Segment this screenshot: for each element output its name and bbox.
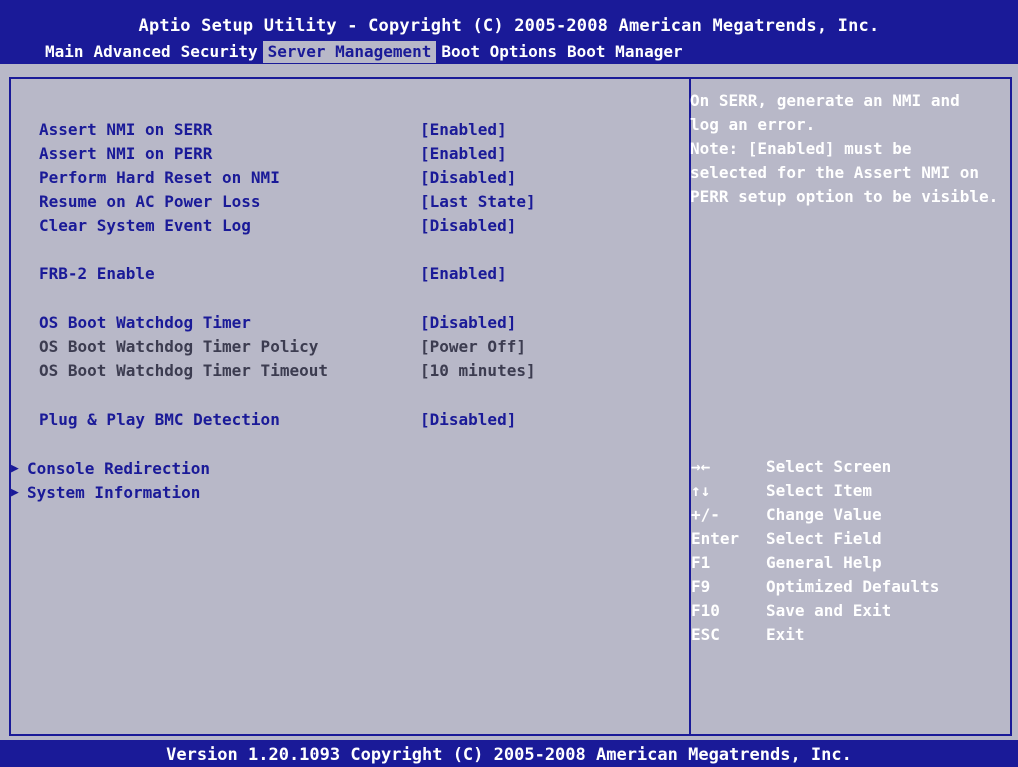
bios-screen: Aptio Setup Utility - Copyright (C) 2005… — [0, 0, 1018, 767]
setting-label: Assert NMI on PERR — [39, 144, 213, 163]
tab-advanced[interactable]: Advanced — [89, 41, 176, 63]
setting-value: [10 minutes] — [420, 361, 536, 380]
tab-main[interactable]: Main — [40, 41, 89, 63]
setting-label: Clear System Event Log — [39, 216, 251, 235]
setting-value: [Enabled] — [420, 264, 507, 283]
key-legend-item: →← Select Screen — [691, 455, 1011, 479]
arrows-up-down-icon: ↑↓ — [691, 481, 711, 500]
header-bar: Aptio Setup Utility - Copyright (C) 2005… — [0, 0, 1018, 64]
submenu-label: System Information — [27, 483, 201, 502]
setting-value: [Enabled] — [420, 120, 507, 139]
setting-label: Perform Hard Reset on NMI — [39, 168, 280, 187]
submenu-arrow-icon: ▶ — [11, 485, 19, 500]
key-name: F9 — [691, 577, 711, 596]
tab-server-management[interactable]: Server Management — [262, 41, 437, 63]
key-description: Save and Exit — [766, 601, 892, 620]
help-text-line: On SERR, generate an NMI and — [690, 91, 960, 110]
key-legend-item: ESC Exit — [691, 623, 1011, 647]
help-text-line: selected for the Assert NMI on — [690, 163, 979, 182]
key-description: Select Item — [766, 481, 872, 500]
submenu-arrow-icon: ▶ — [11, 461, 19, 476]
setup-frame: Assert NMI on SERR [Enabled] Assert NMI … — [9, 77, 1012, 736]
setting-label: Assert NMI on SERR — [39, 120, 213, 139]
key-description: General Help — [766, 553, 882, 572]
key-description: Optimized Defaults — [766, 577, 940, 596]
setting-value: [Enabled] — [420, 144, 507, 163]
key-legend-item: F10 Save and Exit — [691, 599, 1011, 623]
tab-security[interactable]: Security — [176, 41, 263, 63]
setting-label: OS Boot Watchdog Timer — [39, 313, 251, 332]
help-text-line: PERR setup option to be visible. — [690, 187, 999, 206]
key-legend-item: +/- Change Value — [691, 503, 1011, 527]
help-text-line: log an error. — [690, 115, 816, 134]
setting-value: [Last State] — [420, 192, 536, 211]
app-title: Aptio Setup Utility - Copyright (C) 2005… — [138, 16, 880, 36]
setting-value: [Power Off] — [420, 337, 526, 356]
setting-value: [Disabled] — [420, 216, 517, 235]
key-legend-item: ↑↓ Select Item — [691, 479, 1011, 503]
setting-label: OS Boot Watchdog Timer Timeout — [39, 361, 328, 380]
setting-label: OS Boot Watchdog Timer Policy — [39, 337, 319, 356]
key-name: F10 — [691, 601, 720, 620]
key-legend-item: F1 General Help — [691, 551, 1011, 575]
submenu-label: Console Redirection — [27, 459, 211, 478]
key-legend: →← Select Screen ↑↓ Select Item +/- Chan… — [691, 455, 1011, 647]
setting-label: Resume on AC Power Loss — [39, 192, 261, 211]
version-text: Version 1.20.1093 Copyright (C) 2005-200… — [166, 745, 852, 765]
key-name: F1 — [691, 553, 711, 572]
key-legend-item: Enter Select Field — [691, 527, 1011, 551]
setting-value: [Disabled] — [420, 410, 517, 429]
help-text-line: Note: [Enabled] must be — [690, 139, 912, 158]
footer-bar: Version 1.20.1093 Copyright (C) 2005-200… — [0, 740, 1018, 767]
setting-value: [Disabled] — [420, 313, 517, 332]
key-name: ESC — [691, 625, 720, 644]
key-description: Select Field — [766, 529, 882, 548]
setting-label: Plug & Play BMC Detection — [39, 410, 280, 429]
help-panel: On SERR, generate an NMI and log an erro… — [690, 89, 1012, 209]
tab-boot-options[interactable]: Boot Options — [436, 41, 562, 63]
setting-value: [Disabled] — [420, 168, 517, 187]
key-name: +/- — [691, 505, 720, 524]
tab-boot-manager[interactable]: Boot Manager — [562, 41, 688, 63]
key-description: Exit — [766, 625, 805, 644]
key-description: Change Value — [766, 505, 882, 524]
setting-label: FRB-2 Enable — [39, 264, 155, 283]
key-name: Enter — [691, 529, 740, 548]
tab-bar: Main Advanced Security Server Management… — [40, 41, 688, 63]
arrows-left-right-icon: →← — [691, 457, 711, 476]
key-description: Select Screen — [766, 457, 892, 476]
key-legend-item: F9 Optimized Defaults — [691, 575, 1011, 599]
